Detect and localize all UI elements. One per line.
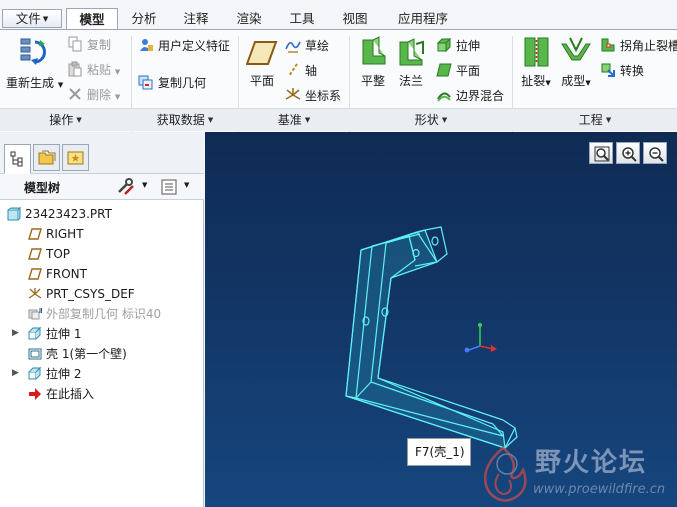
chevron-down-icon: ▼: [114, 93, 121, 101]
user-defined-feature-icon: [140, 39, 153, 51]
operations-group-title[interactable]: 操作 ▼: [0, 111, 131, 129]
copy-geometry-icon: [138, 75, 153, 90]
list-icon: [161, 179, 177, 195]
copy-geometry-icon: [28, 308, 42, 320]
shapes-group-title[interactable]: 形状 ▼: [350, 111, 512, 129]
datum-plane-icon: [246, 41, 278, 65]
datum-plane-icon: [28, 228, 42, 240]
coordinate-system-icon: [28, 288, 42, 299]
extrude-icon: [28, 327, 42, 340]
planar-icon: [436, 63, 452, 77]
tab-view[interactable]: 视图: [331, 8, 379, 30]
ribbon-tab-bar: 文件 ▼ 模型 分析 注释 渲染 工具 视图 应用程序: [0, 0, 677, 31]
boundary-blend-icon: [437, 92, 451, 102]
chevron-down-icon: ▼: [605, 116, 612, 124]
sketch-button[interactable]: 草绘: [285, 37, 329, 55]
model-tree-icon: [10, 151, 23, 167]
copy-button[interactable]: 复制: [67, 36, 111, 54]
tab-favorites[interactable]: [62, 144, 89, 171]
regenerate-icon: [20, 38, 46, 65]
chevron-down-icon: ▼: [304, 116, 311, 124]
chevron-down-icon: ▼: [142, 181, 148, 189]
rip-icon: [524, 37, 549, 67]
copy-geometry-button[interactable]: 复制几何: [138, 74, 206, 92]
tree-settings-button[interactable]: ▼: [116, 178, 147, 199]
tab-model[interactable]: 模型: [66, 8, 118, 31]
form-button[interactable]: 成型▼: [558, 36, 594, 89]
delete-icon: [69, 88, 81, 100]
copy-icon: [68, 36, 82, 52]
corner-relief-icon: [601, 38, 615, 52]
datum-plane-icon: [28, 248, 42, 260]
chevron-down-icon: ▼: [585, 79, 591, 87]
chevron-down-icon: ▼: [114, 68, 121, 76]
navigator-tabs: [0, 132, 204, 174]
axis-button[interactable]: 轴: [285, 62, 317, 80]
insert-arrow-icon: [29, 388, 41, 400]
tab-folder-browser[interactable]: [33, 144, 60, 171]
datum-group-title[interactable]: 基准 ▼: [239, 111, 349, 129]
chevron-down-icon: ▼: [57, 81, 64, 89]
tab-file[interactable]: 文件 ▼: [2, 9, 62, 28]
flange-wall-icon: [399, 38, 424, 66]
chevron-down-icon: ▼: [184, 181, 190, 189]
chevron-down-icon: ▼: [42, 15, 49, 23]
chevron-down-icon: ▼: [441, 116, 448, 124]
chevron-down-icon: ▼: [207, 116, 214, 124]
form-icon: [561, 37, 591, 61]
graphics-viewport[interactable]: F7(壳_1) 野火论坛 www.proewildfire.cn: [205, 132, 677, 507]
ribbon: 重新生成 ▼ 复制 粘贴 ▼ 删除 ▼ 用户定义特征 复制几何 平面 草绘 轴 …: [0, 29, 677, 132]
extrude-button[interactable]: 拉伸: [436, 37, 480, 55]
csys-triad: [464, 323, 497, 353]
rip-button[interactable]: 扯裂▼: [518, 36, 554, 89]
sketch-icon: [285, 41, 301, 53]
navigator-panel: 模型树 ▼ ▼ 23423423.PRT RIGHT TOP FRONT PRT…: [0, 132, 204, 507]
forum-watermark: 野火论坛 www.proewildfire.cn: [473, 438, 677, 507]
tools-icon: [118, 178, 134, 195]
user-defined-feature-button[interactable]: 用户定义特征: [138, 37, 230, 55]
chevron-down-icon: ▼: [545, 79, 551, 87]
regenerate-button[interactable]: 重新生成 ▼: [6, 36, 64, 91]
convert-button[interactable]: 转换: [600, 62, 644, 80]
expand-extrude-2-icon[interactable]: ▶: [12, 368, 19, 378]
engineering-group-title[interactable]: 工程 ▼: [513, 111, 677, 129]
axis-icon: [288, 63, 298, 77]
watermark-title: 野火论坛: [535, 448, 648, 478]
tree-show-button[interactable]: ▼: [160, 178, 189, 199]
tab-render[interactable]: 渲染: [225, 8, 273, 30]
watermark-url: www.proewildfire.cn: [533, 482, 666, 497]
flange-wall-button[interactable]: 法兰: [394, 36, 428, 89]
favorites-icon: [67, 151, 84, 165]
datum-plane-icon: [28, 268, 42, 280]
chevron-down-icon: ▼: [76, 116, 82, 124]
tab-analysis[interactable]: 分析: [120, 8, 168, 30]
tab-annotate[interactable]: 注释: [172, 8, 220, 30]
feature-tooltip: F7(壳_1): [407, 438, 471, 466]
coordinate-system-button[interactable]: 坐标系: [285, 87, 341, 105]
datum-plane-button[interactable]: 平面: [244, 38, 280, 89]
planar-button[interactable]: 平面: [436, 62, 480, 80]
extrude-icon: [436, 37, 452, 53]
model-tree-header: 模型树 ▼ ▼: [0, 174, 204, 200]
flame-logo-icon: [484, 446, 527, 502]
paste-icon: [68, 61, 82, 77]
part-icon: [7, 207, 21, 221]
tab-tools[interactable]: 工具: [278, 8, 326, 30]
get-data-group-title[interactable]: 获取数据 ▼: [132, 111, 238, 129]
corner-relief-button[interactable]: 拐角止裂槽: [600, 37, 677, 55]
folder-browser-icon: [38, 150, 56, 165]
convert-icon: [601, 63, 615, 77]
boundary-blend-button[interactable]: 边界混合: [436, 87, 504, 105]
shell-icon: [28, 348, 42, 360]
tab-applications[interactable]: 应用程序: [384, 8, 462, 30]
delete-button[interactable]: 删除 ▼: [67, 86, 120, 104]
expand-extrude-1-icon[interactable]: ▶: [12, 328, 19, 338]
flat-wall-icon: [362, 36, 386, 65]
extrude-icon: [28, 367, 42, 380]
paste-button[interactable]: 粘贴 ▼: [67, 61, 120, 79]
model-tree-title: 模型树: [24, 181, 61, 195]
flat-wall-button[interactable]: 平整: [356, 36, 390, 89]
tab-model-tree[interactable]: [4, 144, 31, 174]
coordinate-system-icon: [285, 88, 301, 100]
